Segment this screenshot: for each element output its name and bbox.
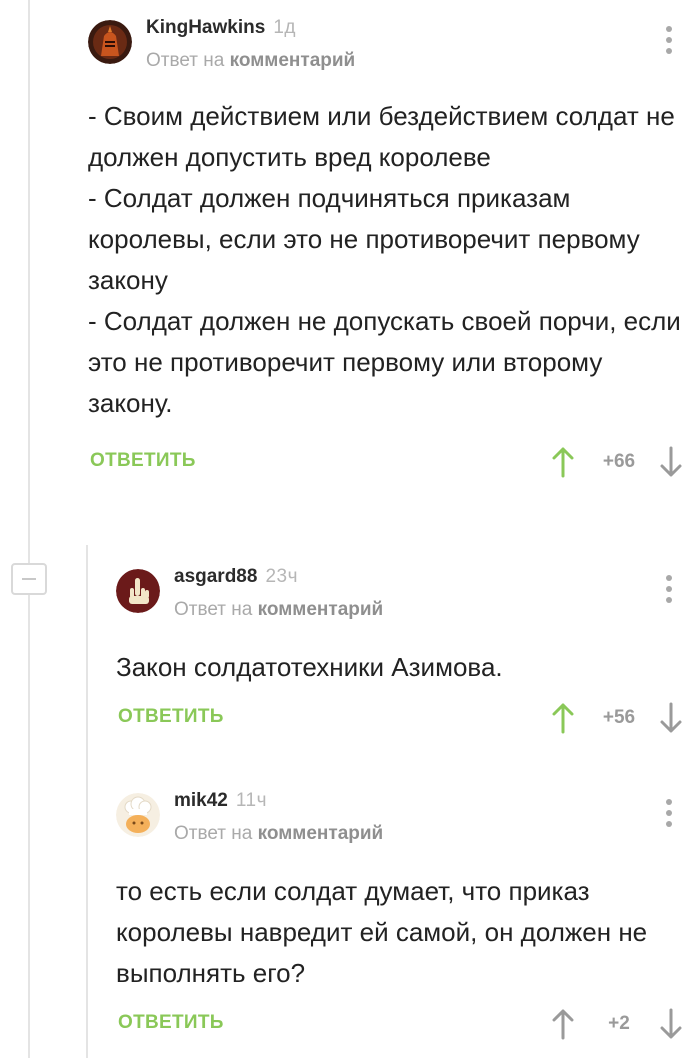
- reply-prefix: Ответ на: [146, 50, 225, 71]
- collapse-thread-button[interactable]: [11, 563, 47, 595]
- comment-actions: ОТВЕТИТЬ +56: [116, 700, 684, 736]
- rating-score: +66: [602, 451, 636, 472]
- author-name[interactable]: mik42: [174, 790, 228, 811]
- reply-to-info: Ответ на комментарий: [174, 823, 383, 845]
- avatar[interactable]: [116, 793, 160, 837]
- comment-author[interactable]: mik42 11ч: [174, 790, 267, 812]
- reply-to-info: Ответ на комментарий: [174, 599, 383, 621]
- comment-header: mik42 11ч Ответ на комментарий: [116, 787, 684, 849]
- rating-score: +2: [608, 1013, 630, 1034]
- reply-to-info: Ответ на комментарий: [146, 50, 355, 72]
- upvote-arrow-icon[interactable]: [550, 702, 576, 734]
- middle-finger-icon: [116, 569, 160, 613]
- comment-header: asgard88 23ч Ответ на комментарий: [116, 563, 684, 625]
- reply-parent-link[interactable]: комментарий: [258, 823, 384, 844]
- vote-controls: +2: [544, 1006, 684, 1042]
- nested-thread-line: [86, 545, 88, 1058]
- comment-text-line: то есть если солдат думает, что приказ к…: [116, 876, 648, 988]
- comment-author[interactable]: asgard88 23ч: [174, 566, 298, 588]
- comment-actions: ОТВЕТИТЬ +2: [116, 1006, 684, 1042]
- comment-text-line: Закон солдатотехники Азимова.: [116, 652, 503, 682]
- comment-author[interactable]: KingHawkins 1д: [146, 17, 296, 39]
- comment-text: то есть если солдат думает, что приказ к…: [116, 871, 684, 994]
- reply-prefix: Ответ на: [174, 823, 253, 844]
- reply-button[interactable]: ОТВЕТИТЬ: [118, 1012, 224, 1034]
- comment: asgard88 23ч Ответ на комментарий Закон с…: [116, 563, 684, 736]
- chef-icon: [116, 793, 160, 837]
- comment-time: 1д: [273, 17, 296, 38]
- more-options-icon[interactable]: [666, 799, 672, 829]
- reply-button[interactable]: ОТВЕТИТЬ: [90, 450, 196, 472]
- downvote-arrow-icon[interactable]: [658, 1008, 684, 1040]
- reply-parent-link[interactable]: комментарий: [258, 599, 384, 620]
- author-name[interactable]: KingHawkins: [146, 17, 265, 38]
- comment-text-line: - Солдат должен подчиняться приказам кор…: [88, 183, 640, 295]
- reply-parent-link[interactable]: комментарий: [230, 50, 356, 71]
- comment-text: - Своим действием или бездействием солда…: [88, 96, 684, 424]
- vote-controls: +66: [544, 444, 684, 480]
- comment: KingHawkins 1д Ответ на комментарий - Сво…: [88, 14, 684, 480]
- knight-helmet-icon: [88, 20, 132, 64]
- comment-time: 11ч: [235, 790, 267, 811]
- vote-controls: +56: [544, 700, 684, 736]
- avatar[interactable]: [88, 20, 132, 64]
- reply-button[interactable]: ОТВЕТИТЬ: [118, 706, 224, 728]
- comment-header: KingHawkins 1д Ответ на комментарий: [88, 14, 684, 76]
- reply-prefix: Ответ на: [174, 599, 253, 620]
- comment-text-line: - Своим действием или бездействием солда…: [88, 101, 675, 172]
- downvote-arrow-icon[interactable]: [658, 702, 684, 734]
- thread-line: [28, 0, 30, 1058]
- avatar[interactable]: [116, 569, 160, 613]
- comment-time: 23ч: [265, 566, 298, 587]
- comment: mik42 11ч Ответ на комментарий то есть ес…: [116, 787, 684, 1042]
- comment-text-line: - Солдат должен не допускать своей порчи…: [88, 306, 681, 418]
- author-name[interactable]: asgard88: [174, 566, 257, 587]
- downvote-arrow-icon[interactable]: [658, 446, 684, 478]
- more-options-icon[interactable]: [666, 575, 672, 605]
- comment-actions: ОТВЕТИТЬ +66: [88, 444, 684, 480]
- comment-text: Закон солдатотехники Азимова.: [116, 647, 684, 688]
- more-options-icon[interactable]: [666, 26, 672, 56]
- rating-score: +56: [602, 707, 636, 728]
- upvote-arrow-icon[interactable]: [550, 446, 576, 478]
- upvote-arrow-icon[interactable]: [550, 1008, 576, 1040]
